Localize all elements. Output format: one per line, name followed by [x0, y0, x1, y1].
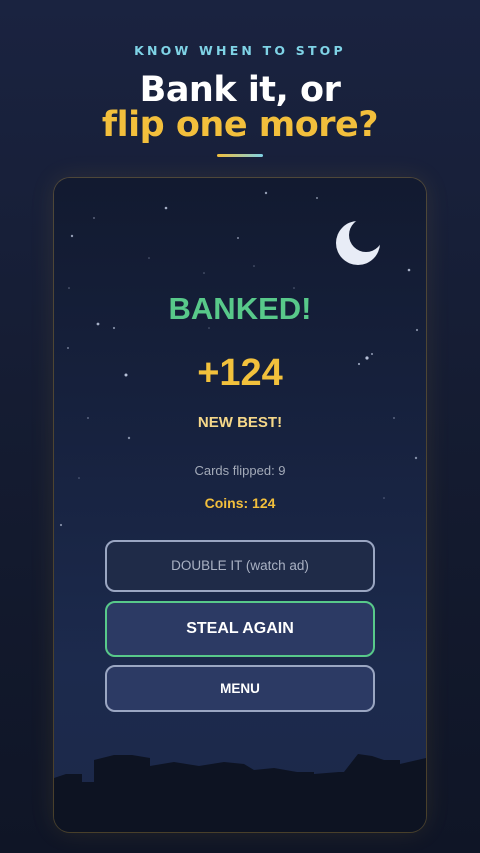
steal-again-button[interactable]: STEAL AGAIN — [105, 601, 375, 657]
banked-status: BANKED! — [168, 291, 312, 326]
new-best-badge: NEW BEST! — [197, 414, 283, 431]
tagline: KNOW WHEN TO STOP — [134, 43, 346, 58]
city-skyline — [54, 754, 426, 832]
headline-line-1: Bank it, or — [139, 70, 341, 110]
title-underline — [217, 154, 263, 157]
coins-total: Coins: 124 — [204, 495, 276, 511]
menu-button[interactable]: MENU — [105, 665, 375, 712]
crescent-moon-icon — [336, 221, 380, 265]
double-it-button[interactable]: DOUBLE IT (watch ad) — [105, 540, 375, 592]
phone-screen: BANKED! +124 NEW BEST! Cards flipped: 9 … — [54, 178, 426, 832]
banked-amount: +124 — [197, 352, 283, 394]
cards-flipped-stat: Cards flipped: 9 — [194, 463, 286, 478]
headline-line-2: flip one more? — [101, 105, 379, 145]
